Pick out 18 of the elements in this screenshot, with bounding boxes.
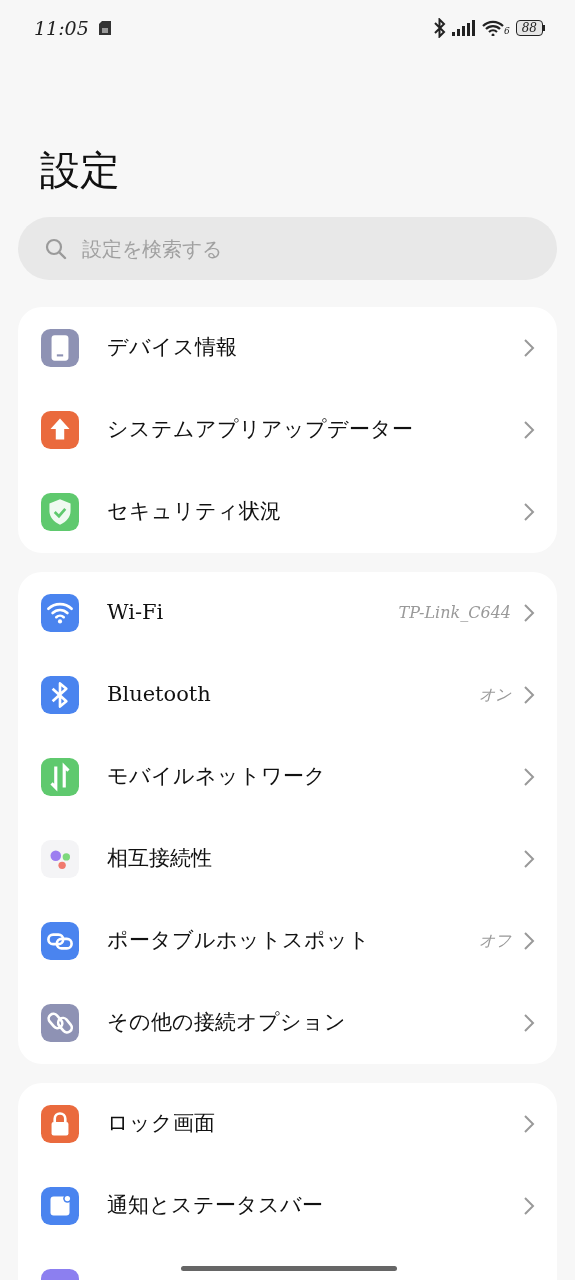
settings-item[interactable]: その他の接続オプション [18, 982, 557, 1064]
settings-item[interactable]: Wi-Fi TP-Link_C644 [18, 572, 557, 654]
settings-item[interactable]: デバイス情報 [18, 307, 557, 389]
settings-item[interactable]: セキュリティ状況 [18, 471, 557, 553]
battery-level: 88 [515, 20, 543, 36]
settings-item[interactable]: ロック画面 [18, 1083, 557, 1165]
settings-item[interactable]: Bluetooth オン [18, 654, 557, 736]
settings-item[interactable]: 通知とステータスバー [18, 1165, 557, 1247]
setting-value: オフ [479, 930, 511, 952]
search-field[interactable]: 設定を検索する [18, 217, 557, 280]
page-title: 設定 [40, 146, 121, 195]
status-time: 11:05 [34, 15, 89, 41]
settings-item[interactable]: システムアプリアップデーター [18, 389, 557, 471]
setting-value: TP-Link_C644 [398, 602, 511, 624]
settings-item[interactable]: 相互接続性 [18, 818, 557, 900]
setting-value: オン [479, 684, 511, 706]
settings-item[interactable]: ポータブルホットスポット オフ [18, 900, 557, 982]
settings-item[interactable]: モバイルネットワーク [18, 736, 557, 818]
